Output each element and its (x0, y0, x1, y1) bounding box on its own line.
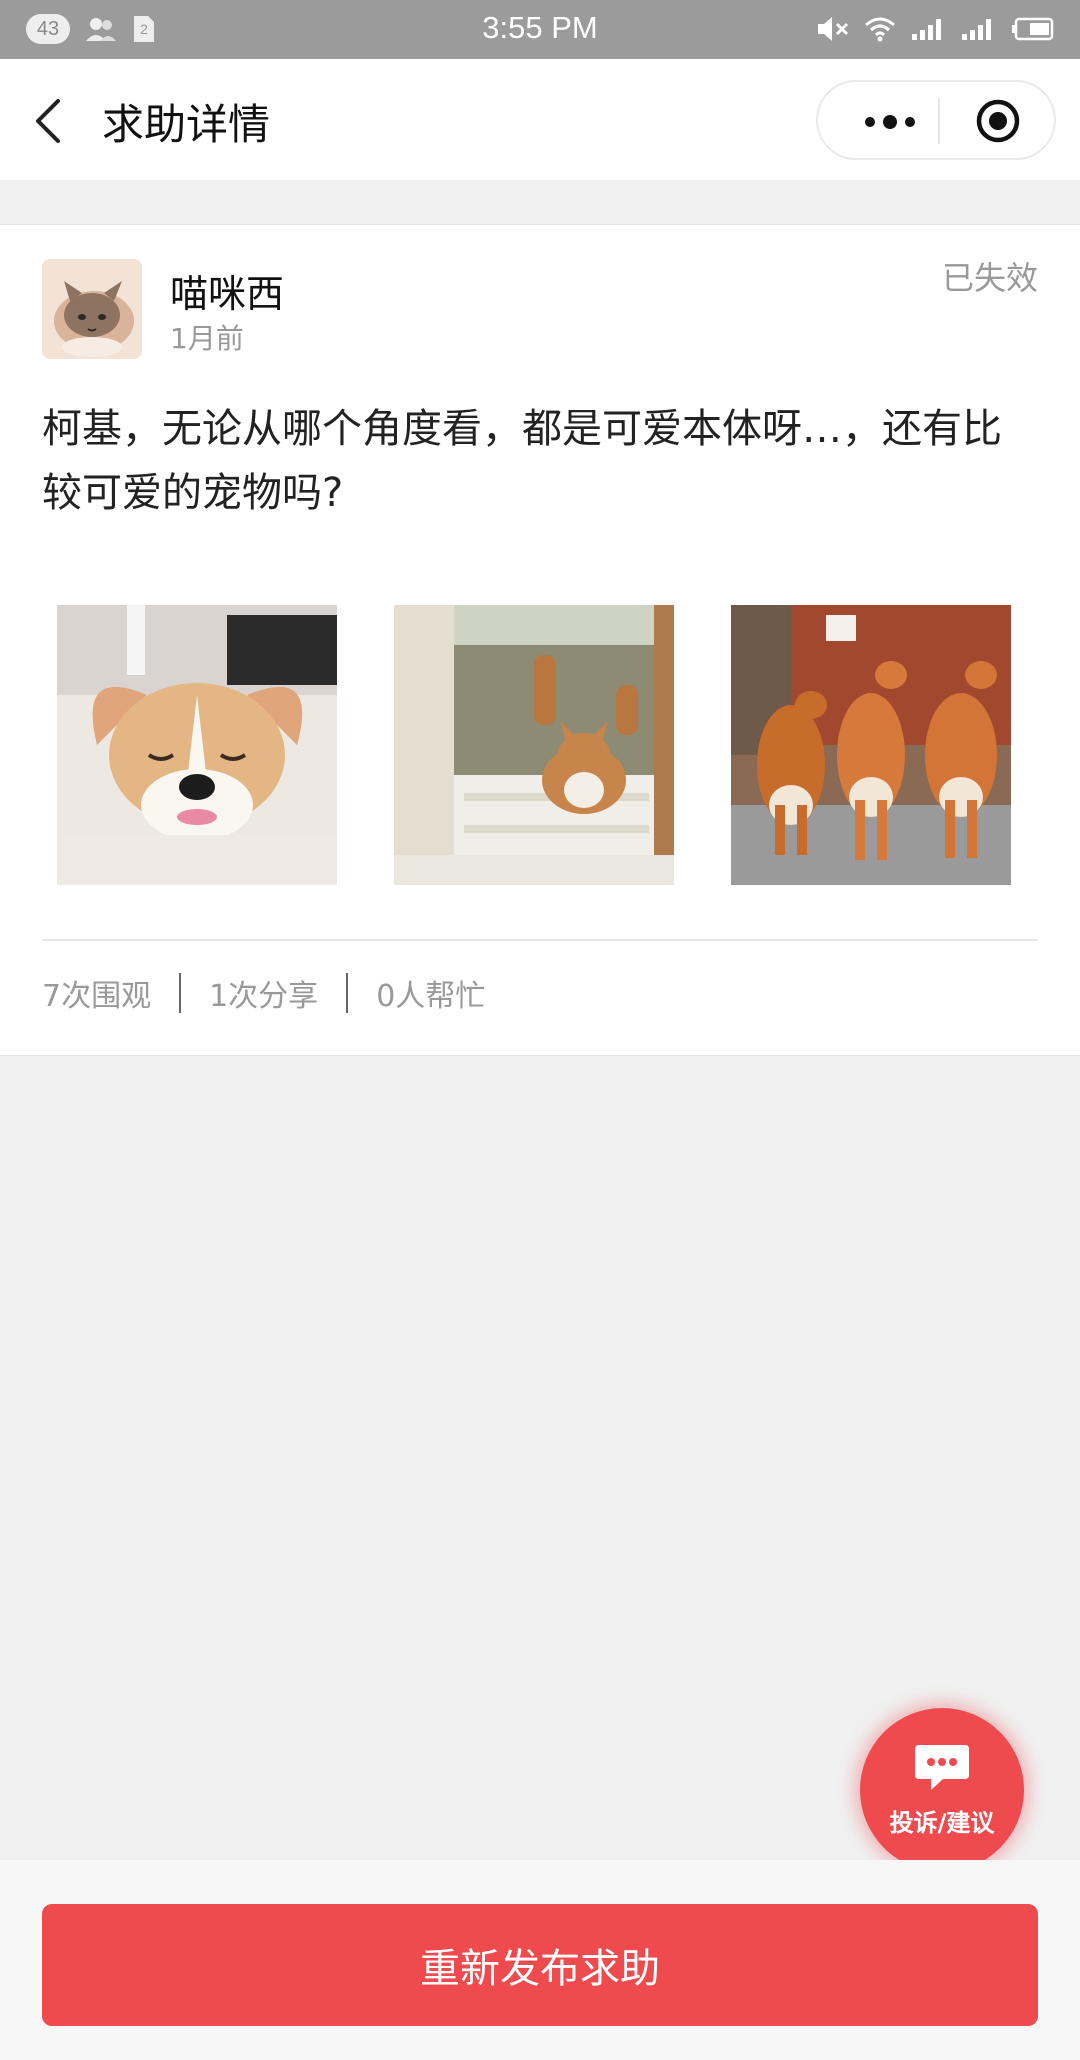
stats-separator (179, 973, 182, 1013)
feedback-label: 投诉/建议 (889, 1808, 995, 1837)
shares-count: 1次分享 (209, 979, 319, 1014)
close-mini-program-button[interactable] (940, 82, 1056, 160)
mute-icon (818, 17, 849, 41)
republish-button[interactable]: 重新发布求助 (42, 1904, 1038, 2026)
feedback-button[interactable]: 投诉/建议 (860, 1708, 1024, 1872)
page-title: 求助详情 (102, 100, 271, 149)
post-stats: 7次围观 1次分享 0人帮忙 (42, 971, 485, 1015)
three-corgis-image (731, 605, 1011, 885)
status-right (816, 14, 1054, 44)
more-icon (865, 115, 915, 129)
nav-bar: 求助详情 (0, 59, 1080, 180)
post-content: 柯基，无论从哪个角度看，都是可爱本体呀…，还有比较可爱的宠物吗? (42, 406, 1002, 516)
post-image-1[interactable] (57, 605, 337, 885)
username[interactable]: 喵咪西 (170, 263, 284, 318)
target-icon (976, 99, 1020, 143)
signal-icon (912, 19, 941, 40)
back-icon[interactable] (30, 97, 70, 145)
post-image-2[interactable] (394, 605, 674, 885)
post-image-3[interactable] (731, 605, 1011, 885)
card-divider (42, 939, 1038, 941)
mini-program-capsule (816, 80, 1056, 160)
corgi-jumping-image (394, 605, 674, 885)
bottom-bar: 重新发布求助 (0, 1860, 1080, 2060)
chat-bubble-icon (915, 1744, 969, 1790)
status-badge: 已失效 (941, 259, 1038, 297)
avatar-cat-image (42, 259, 142, 359)
avatar[interactable] (42, 259, 142, 359)
wifi-icon (865, 17, 895, 42)
post-card: 喵咪西 1月前 已失效 柯基，无论从哪个角度看，都是可爱本体呀…，还有比较可爱的… (0, 224, 1080, 1056)
more-button[interactable] (842, 102, 938, 142)
helpers-count: 0人帮忙 (376, 979, 486, 1014)
signal-2-icon (962, 19, 991, 40)
views-count: 7次围观 (42, 979, 152, 1014)
post-time: 1月前 (170, 322, 244, 355)
corgi-puppy-image (57, 605, 337, 885)
battery-icon (1012, 17, 1054, 41)
stats-separator (346, 973, 349, 1013)
status-bar: 43 2 3:55 PM (0, 0, 1080, 59)
